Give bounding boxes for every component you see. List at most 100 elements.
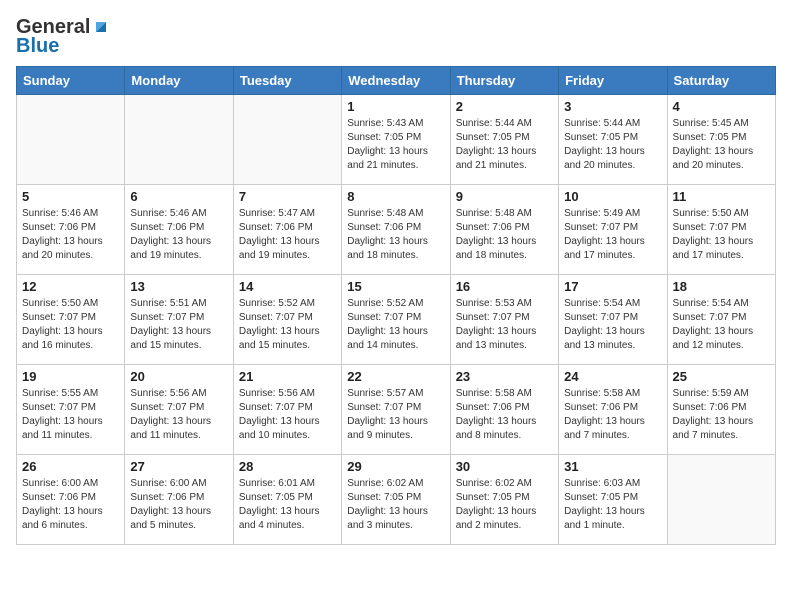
calendar-header-row: SundayMondayTuesdayWednesdayThursdayFrid… [17,67,776,95]
day-number: 29 [347,459,444,474]
calendar-week-5: 26Sunrise: 6:00 AMSunset: 7:06 PMDayligh… [17,455,776,545]
day-info: Sunrise: 6:01 AMSunset: 7:05 PMDaylight:… [239,477,336,533]
calendar-cell: 16Sunrise: 5:53 AMSunset: 7:07 PMDayligh… [450,275,558,365]
calendar-cell: 5 Sunrise: 5:46 AMSunset: 7:06 PMDaylight… [17,185,125,275]
calendar-cell: 1 Sunrise: 5:43 AMSunset: 7:05 PMDaylight… [342,95,450,185]
calendar-header-tuesday: Tuesday [233,67,341,95]
calendar-week-1: 1 Sunrise: 5:43 AMSunset: 7:05 PMDaylight… [17,95,776,185]
calendar-cell [17,95,125,185]
calendar-cell: 28 Sunrise: 6:01 AMSunset: 7:05 PMDayligh… [233,455,341,545]
day-number: 10 [564,189,661,204]
calendar-cell: 21 Sunrise: 5:56 AMSunset: 7:07 PMDayligh… [233,365,341,455]
day-info: Sunrise: 5:52 AMSunset: 7:07 PMDaylight:… [239,297,336,353]
day-info: Sunrise: 5:58 AMSunset: 7:06 PMDaylight:… [564,387,661,443]
calendar-cell: 25 Sunrise: 5:59 AMSunset: 7:06 PMDayligh… [667,365,775,455]
day-number: 2 [456,99,553,114]
calendar-cell: 17 Sunrise: 5:54 AMSunset: 7:07 PMDayligh… [559,275,667,365]
calendar-cell: 24 Sunrise: 5:58 AMSunset: 7:06 PMDayligh… [559,365,667,455]
day-info: Sunrise: 5:48 AMSunset: 7:06 PMDaylight:… [456,207,553,263]
day-number: 28 [239,459,336,474]
day-number: 16 [456,279,553,294]
calendar-cell: 18 Sunrise: 5:54 AMSunset: 7:07 PMDayligh… [667,275,775,365]
day-info: Sunrise: 6:03 AMSunset: 7:05 PMDaylight:… [564,477,661,533]
day-number: 22 [347,369,444,384]
day-number: 25 [673,369,770,384]
day-number: 6 [130,189,227,204]
calendar-cell: 7Sunrise: 5:47 AMSunset: 7:06 PMDaylight… [233,185,341,275]
calendar-cell: 26Sunrise: 6:00 AMSunset: 7:06 PMDayligh… [17,455,125,545]
calendar-cell: 15 Sunrise: 5:52 AMSunset: 7:07 PMDayligh… [342,275,450,365]
calendar-cell: 2 Sunrise: 5:44 AMSunset: 7:05 PMDaylight… [450,95,558,185]
calendar-header-friday: Friday [559,67,667,95]
calendar-cell: 23 Sunrise: 5:58 AMSunset: 7:06 PMDayligh… [450,365,558,455]
day-number: 3 [564,99,661,114]
calendar-cell: 29 Sunrise: 6:02 AMSunset: 7:05 PMDayligh… [342,455,450,545]
logo-blue: Blue [16,35,59,58]
day-number: 4 [673,99,770,114]
calendar-table: SundayMondayTuesdayWednesdayThursdayFrid… [16,66,776,545]
day-number: 27 [130,459,227,474]
calendar-cell [667,455,775,545]
calendar-week-3: 12Sunrise: 5:50 AMSunset: 7:07 PMDayligh… [17,275,776,365]
calendar-header-wednesday: Wednesday [342,67,450,95]
logo: General Blue [16,16,110,58]
day-info: Sunrise: 5:47 AMSunset: 7:06 PMDaylight:… [239,207,336,263]
calendar-cell [125,95,233,185]
day-number: 11 [673,189,770,204]
calendar-cell: 9 Sunrise: 5:48 AMSunset: 7:06 PMDaylight… [450,185,558,275]
calendar-cell: 22 Sunrise: 5:57 AMSunset: 7:07 PMDayligh… [342,365,450,455]
calendar-cell: 8Sunrise: 5:48 AMSunset: 7:06 PMDaylight… [342,185,450,275]
calendar-week-2: 5 Sunrise: 5:46 AMSunset: 7:06 PMDaylight… [17,185,776,275]
calendar-cell: 4Sunrise: 5:45 AMSunset: 7:05 PMDaylight… [667,95,775,185]
calendar-cell: 13 Sunrise: 5:51 AMSunset: 7:07 PMDayligh… [125,275,233,365]
calendar-cell: 12Sunrise: 5:50 AMSunset: 7:07 PMDayligh… [17,275,125,365]
calendar-week-4: 19 Sunrise: 5:55 AMSunset: 7:07 PMDayligh… [17,365,776,455]
day-info: Sunrise: 5:44 AMSunset: 7:05 PMDaylight:… [456,117,553,173]
day-info: Sunrise: 5:55 AMSunset: 7:07 PMDaylight:… [22,387,119,443]
day-number: 19 [22,369,119,384]
day-number: 15 [347,279,444,294]
calendar-cell: 31 Sunrise: 6:03 AMSunset: 7:05 PMDayligh… [559,455,667,545]
calendar-cell: 19 Sunrise: 5:55 AMSunset: 7:07 PMDayligh… [17,365,125,455]
day-number: 12 [22,279,119,294]
day-info: Sunrise: 5:57 AMSunset: 7:07 PMDaylight:… [347,387,444,443]
day-number: 30 [456,459,553,474]
day-info: Sunrise: 5:43 AMSunset: 7:05 PMDaylight:… [347,117,444,173]
calendar-cell: 10Sunrise: 5:49 AMSunset: 7:07 PMDayligh… [559,185,667,275]
calendar-cell: 14 Sunrise: 5:52 AMSunset: 7:07 PMDayligh… [233,275,341,365]
calendar-cell: 6 Sunrise: 5:46 AMSunset: 7:06 PMDaylight… [125,185,233,275]
calendar-cell [233,95,341,185]
day-number: 8 [347,189,444,204]
day-info: Sunrise: 5:52 AMSunset: 7:07 PMDaylight:… [347,297,444,353]
calendar-body: 1 Sunrise: 5:43 AMSunset: 7:05 PMDaylight… [17,95,776,545]
calendar-cell: 11Sunrise: 5:50 AMSunset: 7:07 PMDayligh… [667,185,775,275]
day-number: 21 [239,369,336,384]
day-number: 18 [673,279,770,294]
calendar-cell: 27 Sunrise: 6:00 AMSunset: 7:06 PMDayligh… [125,455,233,545]
day-number: 17 [564,279,661,294]
day-number: 1 [347,99,444,114]
day-number: 9 [456,189,553,204]
day-number: 24 [564,369,661,384]
day-info: Sunrise: 6:00 AMSunset: 7:06 PMDaylight:… [130,477,227,533]
calendar-header-saturday: Saturday [667,67,775,95]
day-number: 14 [239,279,336,294]
day-info: Sunrise: 5:44 AMSunset: 7:05 PMDaylight:… [564,117,661,173]
day-number: 13 [130,279,227,294]
day-number: 5 [22,189,119,204]
day-number: 31 [564,459,661,474]
day-info: Sunrise: 6:02 AMSunset: 7:05 PMDaylight:… [347,477,444,533]
day-info: Sunrise: 5:46 AMSunset: 7:06 PMDaylight:… [130,207,227,263]
day-info: Sunrise: 5:54 AMSunset: 7:07 PMDaylight:… [564,297,661,353]
day-info: Sunrise: 5:56 AMSunset: 7:07 PMDaylight:… [239,387,336,443]
day-info: Sunrise: 5:56 AMSunset: 7:07 PMDaylight:… [130,387,227,443]
day-info: Sunrise: 5:46 AMSunset: 7:06 PMDaylight:… [22,207,119,263]
logo-icon [92,18,110,36]
day-info: Sunrise: 5:59 AMSunset: 7:06 PMDaylight:… [673,387,770,443]
day-number: 23 [456,369,553,384]
calendar-cell: 3 Sunrise: 5:44 AMSunset: 7:05 PMDaylight… [559,95,667,185]
day-info: Sunrise: 5:51 AMSunset: 7:07 PMDaylight:… [130,297,227,353]
day-number: 20 [130,369,227,384]
day-info: Sunrise: 5:54 AMSunset: 7:07 PMDaylight:… [673,297,770,353]
day-info: Sunrise: 5:58 AMSunset: 7:06 PMDaylight:… [456,387,553,443]
